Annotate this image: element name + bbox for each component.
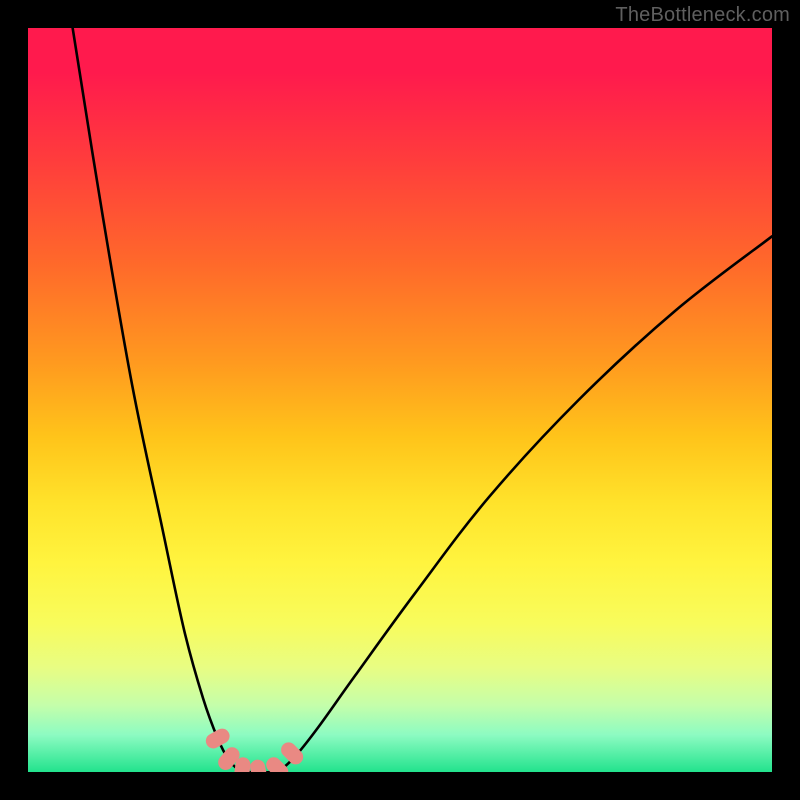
valley-marker — [249, 759, 267, 772]
bottleneck-curve — [73, 28, 772, 772]
valley-marker — [279, 740, 306, 767]
valley-marker — [204, 727, 232, 751]
plot-area — [28, 28, 772, 772]
curve-layer — [28, 28, 772, 772]
chart-frame: TheBottleneck.com — [0, 0, 800, 800]
attribution-text: TheBottleneck.com — [615, 4, 790, 27]
